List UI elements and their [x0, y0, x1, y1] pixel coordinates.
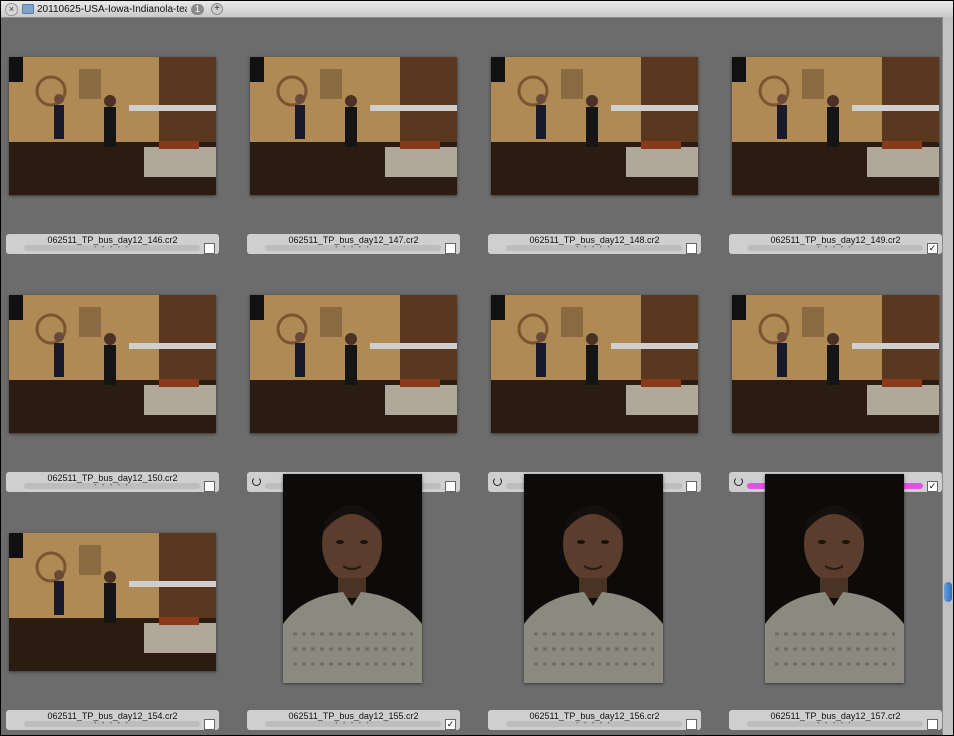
thumbnail-image[interactable] [250, 57, 457, 195]
thumbnail-label-box: 062511_TP_bus_day12_154.cr2 • • • • • [6, 710, 219, 730]
thumbnail-cell[interactable]: 062511_TP_bus_day12_149.cr2 • • • • • ✓ [729, 46, 949, 278]
rating-stars[interactable]: • • • • • [265, 721, 441, 727]
thumbnail-cell[interactable]: 062511_TP_bus_day12_148.cr2 • • • • • [488, 46, 708, 278]
thumbnail-cell[interactable]: 062511_TP_bus_day12_150.cr2 • • • • • [6, 284, 226, 516]
thumbnail-cell[interactable]: 062511_TP_bus_day12_157.cr2 • • • • • [729, 474, 949, 735]
select-checkbox[interactable] [927, 719, 938, 730]
filename-label[interactable]: 062511_TP_bus_day12_157.cr2 [729, 711, 942, 721]
thumbnail-label-box: 062511_TP_bus_day12_147.cr2 • • • • • [247, 234, 460, 254]
rating-stars[interactable]: • • • • • [24, 483, 200, 489]
thumbnail-image[interactable] [9, 533, 216, 671]
rating-stars[interactable]: • • • • • [747, 721, 923, 727]
close-icon[interactable]: × [5, 2, 18, 16]
thumbnail-cell[interactable]: 062511_TP_bus_day12_147.cr2 • • • • • [247, 46, 467, 278]
thumbnail-label-box: 062511_TP_bus_day12_155.cr2 • • • • • ✓ [247, 710, 460, 730]
select-checkbox[interactable] [204, 243, 215, 254]
vertical-scrollbar[interactable] [942, 17, 953, 735]
select-checkbox[interactable] [204, 481, 215, 492]
select-checkbox[interactable] [445, 243, 456, 254]
thumbnail-image[interactable] [9, 57, 216, 195]
rating-stars[interactable]: • • • • • [747, 245, 923, 251]
thumbnail-image[interactable] [732, 295, 939, 433]
select-checkbox[interactable] [204, 719, 215, 730]
thumbnail-image[interactable] [765, 474, 904, 683]
filename-label[interactable]: 062511_TP_bus_day12_156.cr2 [488, 711, 701, 721]
filename-label[interactable]: 062511_TP_bus_day12_146.cr2 [6, 235, 219, 245]
thumbnail-image[interactable] [9, 295, 216, 433]
thumbnail-image[interactable] [283, 474, 422, 683]
loading-spinner-icon [493, 477, 502, 486]
thumbnail-label-box: 062511_TP_bus_day12_156.cr2 • • • • • [488, 710, 701, 730]
thumbnail-image[interactable] [524, 474, 663, 683]
select-checkbox[interactable] [686, 719, 697, 730]
thumbnail-label-box: 062511_TP_bus_day12_146.cr2 • • • • • [6, 234, 219, 254]
folder-icon [22, 4, 34, 14]
thumbnail-image[interactable] [491, 57, 698, 195]
thumbnail-image[interactable] [732, 57, 939, 195]
rating-stars[interactable]: • • • • • [506, 721, 682, 727]
tab-count-badge: 1 [191, 3, 205, 15]
thumbnail-image[interactable] [491, 295, 698, 433]
select-checkbox[interactable]: ✓ [927, 243, 938, 254]
folder-tab[interactable]: × 20110625-USA-Iowa-Indianola-tea-pa 1 [5, 2, 211, 16]
rating-stars[interactable]: • • • • • [24, 721, 200, 727]
rating-stars[interactable]: • • • • • [265, 245, 441, 251]
scrollbar-thumb[interactable] [944, 582, 952, 602]
thumbnail-label-box: 062511_TP_bus_day12_148.cr2 • • • • • [488, 234, 701, 254]
rating-stars[interactable]: • • • • • [506, 245, 682, 251]
select-checkbox[interactable]: ✓ [445, 719, 456, 730]
select-checkbox[interactable] [445, 481, 456, 492]
filename-label[interactable]: 062511_TP_bus_day12_155.cr2 [247, 711, 460, 721]
loading-spinner-icon [252, 477, 261, 486]
thumbnail-label-box: 062511_TP_bus_day12_150.cr2 • • • • • [6, 472, 219, 492]
loading-spinner-icon [734, 477, 743, 486]
filename-label[interactable]: 062511_TP_bus_day12_149.cr2 [729, 235, 942, 245]
browser-window: × 20110625-USA-Iowa-Indianola-tea-pa 1 +… [0, 0, 954, 736]
rating-stars[interactable]: • • • • • [24, 245, 200, 251]
select-checkbox[interactable]: ✓ [927, 481, 938, 492]
thumbnail-cell[interactable]: 062511_TP_bus_day12_155.cr2 • • • • • ✓ [247, 474, 467, 735]
tab-bar: × 20110625-USA-Iowa-Indianola-tea-pa 1 + [1, 1, 953, 18]
add-tab-icon[interactable]: + [211, 3, 223, 15]
thumbnail-cell[interactable]: 062511_TP_bus_day12_154.cr2 • • • • • [6, 522, 226, 735]
filename-label[interactable]: 062511_TP_bus_day12_148.cr2 [488, 235, 701, 245]
thumbnail-cell[interactable]: 062511_TP_bus_day12_156.cr2 • • • • • [488, 474, 708, 735]
select-checkbox[interactable] [686, 243, 697, 254]
select-checkbox[interactable] [686, 481, 697, 492]
thumbnail-cell[interactable]: 062511_TP_bus_day12_146.cr2 • • • • • [6, 46, 226, 278]
thumbnail-image[interactable] [250, 295, 457, 433]
filename-label[interactable]: 062511_TP_bus_day12_154.cr2 [6, 711, 219, 721]
thumbnail-label-box: 062511_TP_bus_day12_157.cr2 • • • • • [729, 710, 942, 730]
thumbnail-label-box: 062511_TP_bus_day12_149.cr2 • • • • • ✓ [729, 234, 942, 254]
filename-label[interactable]: 062511_TP_bus_day12_147.cr2 [247, 235, 460, 245]
filename-label[interactable]: 062511_TP_bus_day12_150.cr2 [6, 473, 219, 483]
tab-title: 20110625-USA-Iowa-Indianola-tea-pa [37, 3, 187, 15]
